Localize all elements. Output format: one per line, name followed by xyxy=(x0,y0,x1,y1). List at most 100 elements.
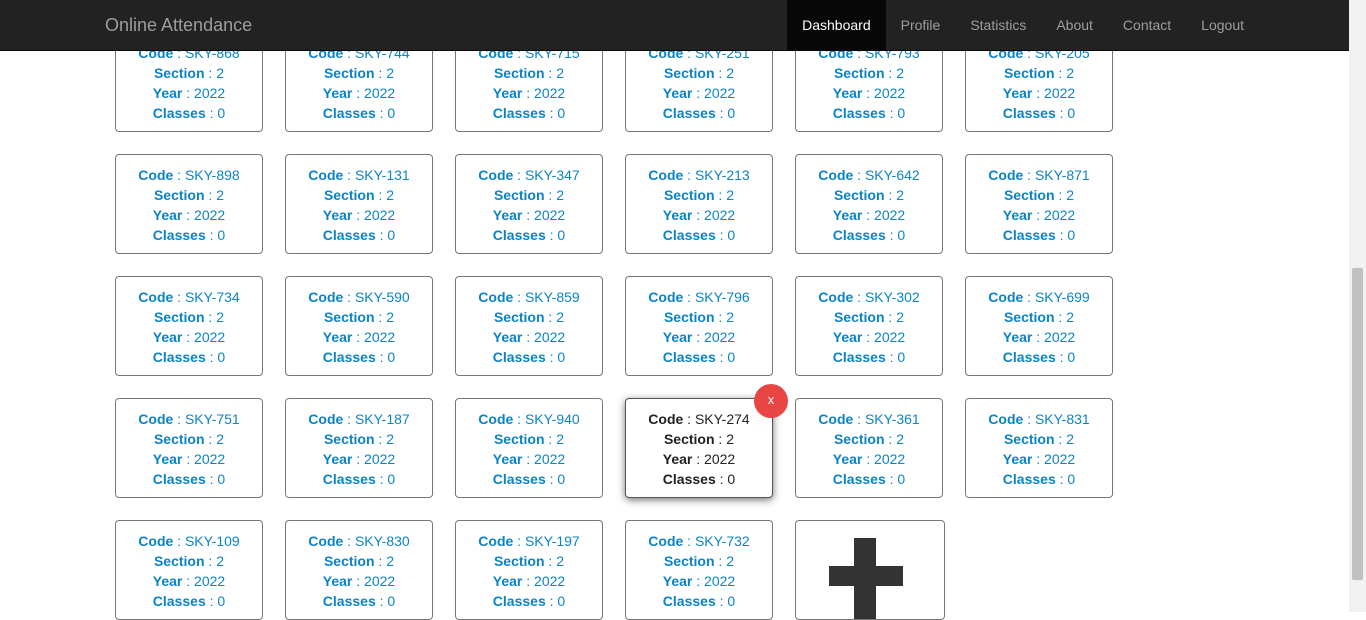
class-section-label: Section xyxy=(493,553,545,569)
class-card[interactable]: Code : SKY-109 Section : 2 Year : 2022 Clas… xyxy=(115,520,263,620)
class-year-label: Year xyxy=(662,207,693,223)
class-code-line: Code : SKY-751 xyxy=(116,409,262,429)
separator: : xyxy=(683,289,695,305)
class-card[interactable]: Code : SKY-131 Section : 2 Year : 2022 Clas… xyxy=(285,154,433,254)
class-section-value: 2 xyxy=(556,553,565,569)
class-code-value: SKY-302 xyxy=(864,289,920,305)
class-card[interactable]: Code : SKY-274 Section : 2 Year : 2022 Clas… xyxy=(625,398,773,498)
separator: : xyxy=(374,187,387,203)
separator: : xyxy=(692,207,705,223)
separator: : xyxy=(1055,471,1068,487)
nav-contact[interactable]: Contact xyxy=(1108,0,1186,50)
separator: : xyxy=(375,593,388,609)
separator: : xyxy=(182,207,195,223)
separator: : xyxy=(374,553,387,569)
separator: : xyxy=(545,593,558,609)
class-year-label: Year xyxy=(662,329,693,345)
class-year-line: Year : 2022 xyxy=(116,449,262,469)
separator: : xyxy=(683,533,695,549)
class-classes-label: Classes xyxy=(322,593,376,609)
class-card[interactable]: Code : SKY-347 Section : 2 Year : 2022 Clas… xyxy=(455,154,603,254)
class-year-label: Year xyxy=(492,451,523,467)
class-classes-label: Classes xyxy=(832,105,886,121)
separator: : xyxy=(205,471,218,487)
class-year-label: Year xyxy=(492,207,523,223)
add-class-button[interactable] xyxy=(795,520,945,620)
class-card[interactable]: Code : SKY-831 Section : 2 Year : 2022 Clas… xyxy=(965,398,1113,498)
class-code-value: SKY-830 xyxy=(354,533,410,549)
class-card[interactable]: Code : SKY-751 Section : 2 Year : 2022 Clas… xyxy=(115,398,263,498)
class-section-line: Section : 2 xyxy=(456,429,602,449)
class-year-label: Year xyxy=(322,85,353,101)
separator: : xyxy=(1055,105,1068,121)
separator: : xyxy=(1032,451,1045,467)
class-year-line: Year : 2022 xyxy=(286,205,432,225)
page-scrollbar[interactable] xyxy=(1349,0,1366,612)
class-code-label: Code xyxy=(648,411,684,427)
class-section-line: Section : 2 xyxy=(626,551,772,571)
nav-statistics[interactable]: Statistics xyxy=(955,0,1041,50)
class-section-value: 2 xyxy=(726,187,735,203)
class-section-value: 2 xyxy=(216,65,225,81)
brand-link[interactable]: Online Attendance xyxy=(105,15,252,35)
separator: : xyxy=(343,411,355,427)
class-year-value: 2022 xyxy=(194,451,226,467)
class-year-line: Year : 2022 xyxy=(966,205,1112,225)
nav-about[interactable]: About xyxy=(1041,0,1108,50)
separator: : xyxy=(853,167,865,183)
class-classes-label: Classes xyxy=(152,227,206,243)
class-year-label: Year xyxy=(152,573,183,589)
class-card[interactable]: Code : SKY-898 Section : 2 Year : 2022 Clas… xyxy=(115,154,263,254)
class-year-label: Year xyxy=(152,329,183,345)
class-section-line: Section : 2 xyxy=(456,551,602,571)
class-card[interactable]: Code : SKY-197 Section : 2 Year : 2022 Clas… xyxy=(455,520,603,620)
class-year-line: Year : 2022 xyxy=(796,449,942,469)
class-code-label: Code xyxy=(138,411,174,427)
class-code-value: SKY-751 xyxy=(184,411,240,427)
scrollbar-thumb[interactable] xyxy=(1352,268,1363,580)
separator: : xyxy=(375,105,388,121)
class-classes-line: Classes : 0 xyxy=(286,225,432,245)
nav-profile[interactable]: Profile xyxy=(886,0,956,50)
class-card[interactable]: Code : SKY-642 Section : 2 Year : 2022 Clas… xyxy=(795,154,943,254)
class-section-label: Section xyxy=(153,309,205,325)
class-classes-value: 0 xyxy=(727,105,736,121)
nav-dashboard[interactable]: Dashboard xyxy=(787,0,886,50)
class-classes-label: Classes xyxy=(492,349,546,365)
class-classes-value: 0 xyxy=(1067,471,1076,487)
class-section-line: Section : 2 xyxy=(286,63,432,83)
class-code-label: Code xyxy=(988,411,1024,427)
class-card[interactable]: Code : SKY-699 Section : 2 Year : 2022 Clas… xyxy=(965,276,1113,376)
class-card[interactable]: Code : SKY-361 Section : 2 Year : 2022 Clas… xyxy=(795,398,943,498)
class-section-label: Section xyxy=(1003,309,1055,325)
class-card[interactable]: Code : SKY-732 Section : 2 Year : 2022 Clas… xyxy=(625,520,773,620)
class-card[interactable]: Code : SKY-940 Section : 2 Year : 2022 Clas… xyxy=(455,398,603,498)
class-classes-label: Classes xyxy=(832,471,886,487)
class-section-value: 2 xyxy=(1066,431,1075,447)
separator: : xyxy=(544,431,557,447)
class-year-label: Year xyxy=(1002,329,1033,345)
class-card[interactable]: Code : SKY-187 Section : 2 Year : 2022 Clas… xyxy=(285,398,433,498)
class-card[interactable]: Code : SKY-859 Section : 2 Year : 2022 Clas… xyxy=(455,276,603,376)
separator: : xyxy=(853,289,865,305)
class-card[interactable]: Code : SKY-871 Section : 2 Year : 2022 Clas… xyxy=(965,154,1113,254)
class-year-label: Year xyxy=(152,451,183,467)
class-section-label: Section xyxy=(663,431,715,447)
nav-logout[interactable]: Logout xyxy=(1186,0,1259,50)
separator: : xyxy=(884,65,897,81)
class-card[interactable]: Code : SKY-796 Section : 2 Year : 2022 Clas… xyxy=(625,276,773,376)
class-code-value: SKY-796 xyxy=(694,289,750,305)
class-code-value: SKY-109 xyxy=(184,533,240,549)
class-card[interactable]: Code : SKY-830 Section : 2 Year : 2022 Clas… xyxy=(285,520,433,620)
class-code-line: Code : SKY-213 xyxy=(626,165,772,185)
class-card[interactable]: Code : SKY-734 Section : 2 Year : 2022 Clas… xyxy=(115,276,263,376)
class-card[interactable]: Code : SKY-213 Section : 2 Year : 2022 Clas… xyxy=(625,154,773,254)
class-card[interactable]: Code : SKY-590 Section : 2 Year : 2022 Clas… xyxy=(285,276,433,376)
delete-class-button[interactable]: x xyxy=(754,384,788,418)
class-card[interactable]: Code : SKY-302 Section : 2 Year : 2022 Clas… xyxy=(795,276,943,376)
separator: : xyxy=(513,411,525,427)
class-code-value: SKY-859 xyxy=(524,289,580,305)
class-classes-line: Classes : 0 xyxy=(966,103,1112,123)
class-section-label: Section xyxy=(663,553,715,569)
class-section-line: Section : 2 xyxy=(626,307,772,327)
